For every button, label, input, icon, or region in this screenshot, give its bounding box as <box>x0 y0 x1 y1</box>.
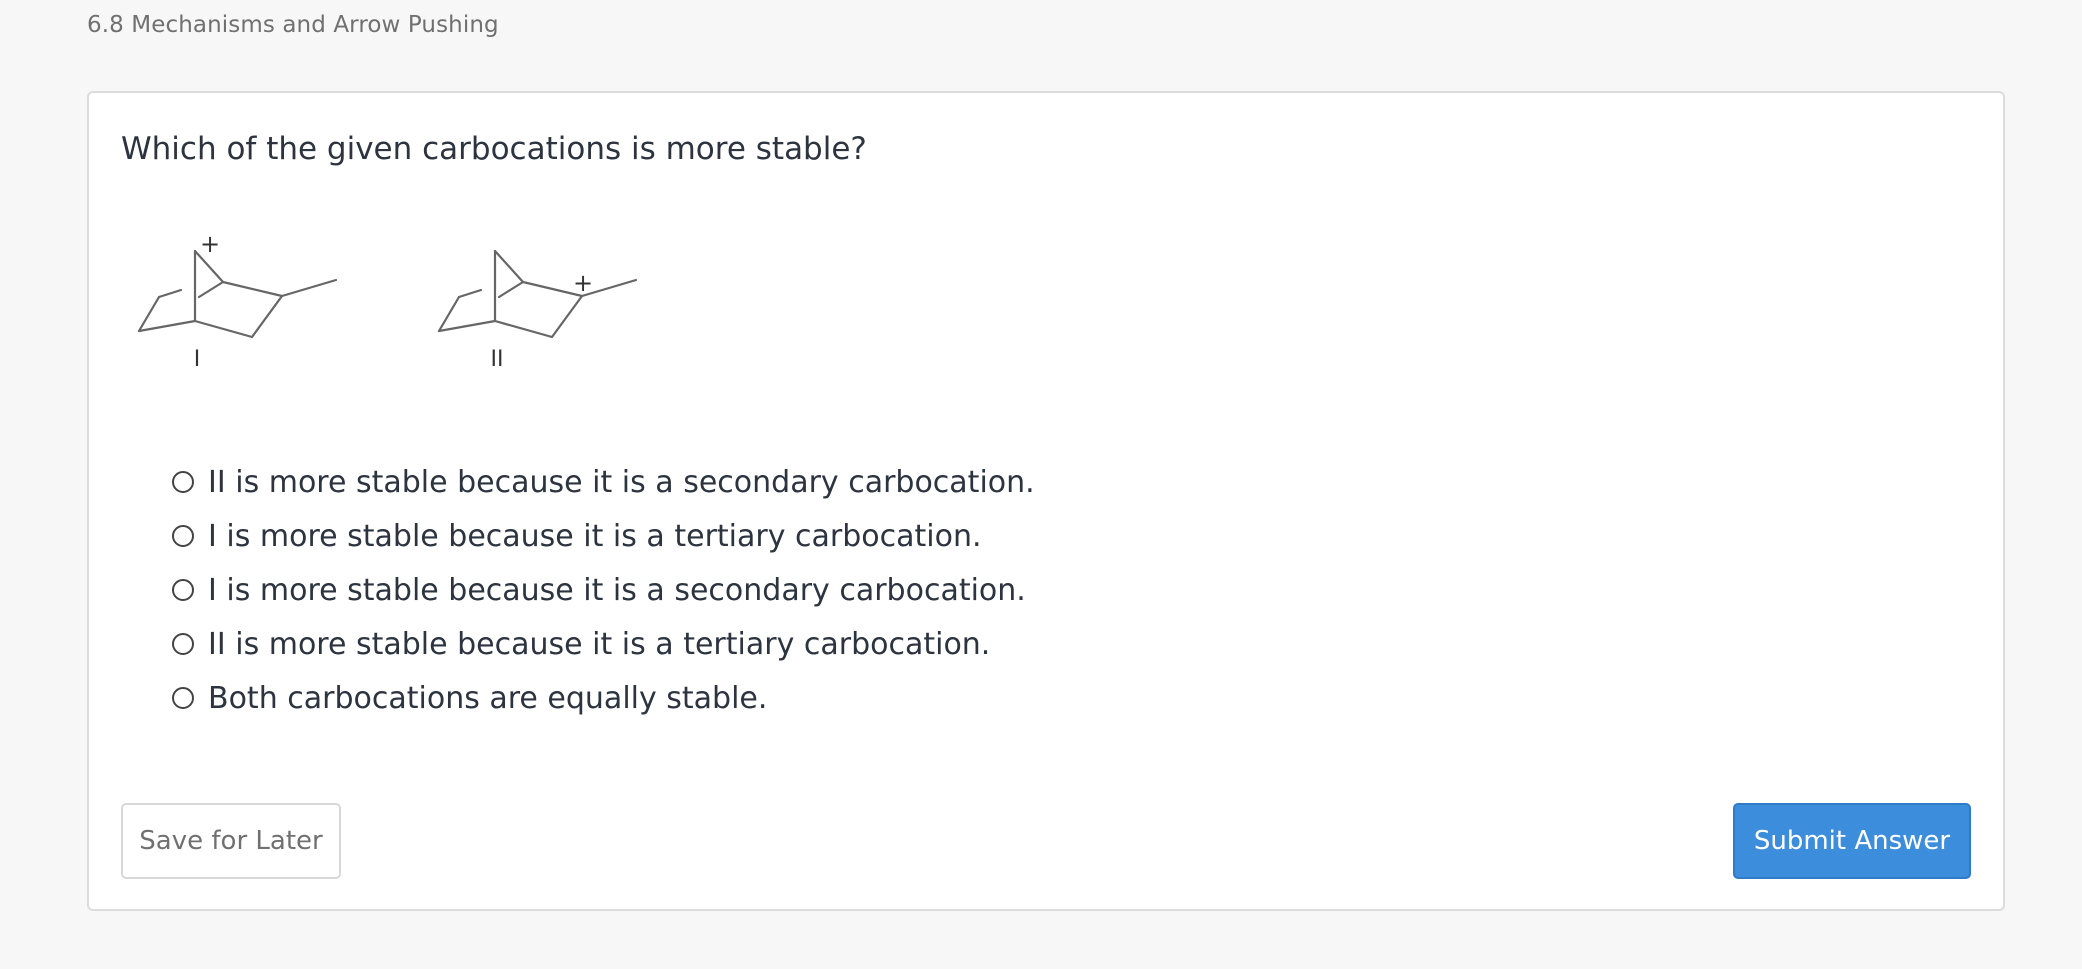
question-card: Which of the given carbocations is more … <box>87 91 2005 911</box>
choice-label: Both carbocations are equally stable. <box>208 680 768 716</box>
radio-button[interactable] <box>172 525 194 547</box>
choice-label: II is more stable because it is a second… <box>208 464 1035 500</box>
choice-option-3[interactable]: I is more stable because it is a seconda… <box>172 563 1035 617</box>
radio-button[interactable] <box>172 471 194 493</box>
choice-label: I is more stable because it is a seconda… <box>208 572 1026 608</box>
structure-II-charge: + <box>573 269 593 297</box>
choice-option-4[interactable]: II is more stable because it is a tertia… <box>172 617 1035 671</box>
structure-II-label: II <box>491 347 504 372</box>
structure-II <box>437 249 638 339</box>
breadcrumb: 6.8 Mechanisms and Arrow Pushing <box>87 12 499 38</box>
radio-button[interactable] <box>172 579 194 601</box>
radio-button[interactable] <box>172 687 194 709</box>
structure-I <box>137 249 338 339</box>
choice-option-2[interactable]: I is more stable because it is a tertiar… <box>172 509 1035 563</box>
structure-I-charge: + <box>200 230 220 258</box>
choice-option-1[interactable]: II is more stable because it is a second… <box>172 455 1035 509</box>
structure-I-label: I <box>194 347 201 372</box>
radio-button[interactable] <box>172 633 194 655</box>
choice-option-5[interactable]: Both carbocations are equally stable. <box>172 671 1035 725</box>
choice-label: I is more stable because it is a tertiar… <box>208 518 982 554</box>
carbocation-structures: + I + II <box>137 230 638 372</box>
question-text: Which of the given carbocations is more … <box>121 131 867 167</box>
submit-answer-button[interactable]: Submit Answer <box>1733 803 1971 879</box>
choice-label: II is more stable because it is a tertia… <box>208 626 991 662</box>
save-for-later-button[interactable]: Save for Later <box>121 803 341 879</box>
answer-choices: II is more stable because it is a second… <box>172 455 1035 725</box>
